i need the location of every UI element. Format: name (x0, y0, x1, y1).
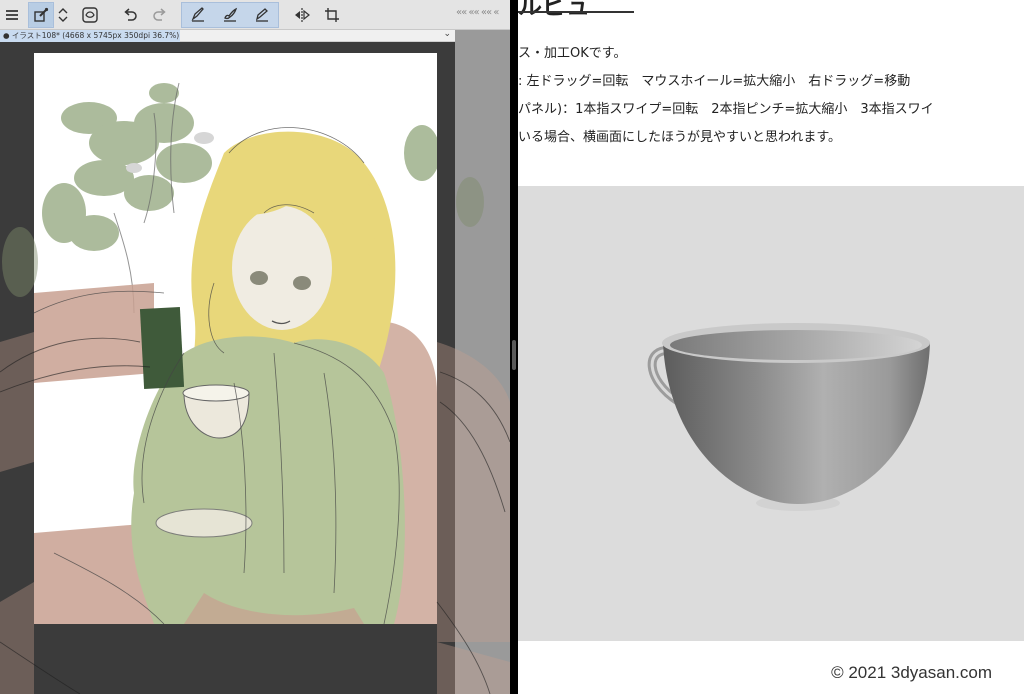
transform-button[interactable] (320, 3, 344, 27)
drawing-canvas[interactable] (34, 53, 437, 624)
instruction-line-4: いる場合、横画面にしたほうが見やすいと思われます。 (518, 130, 842, 145)
document-tab-bar: ● イラスト108* (4668 x 5745px 350dpi 36.7%) … (0, 29, 455, 42)
brush-icon (224, 7, 238, 22)
pencil-icon (255, 8, 268, 22)
tab-menu-chevron-icon[interactable]: ⌄ (443, 29, 451, 39)
3d-model-viewer[interactable] (518, 186, 1024, 641)
layer-icon (82, 7, 98, 23)
heading-underline (518, 11, 634, 13)
web-page-pane: ルビュ ス・加工OKです。 : 左ドラッグ=回転 マウスホイール=拡大縮小 右ド… (518, 0, 1024, 694)
pen-icon (191, 7, 204, 22)
split-view-divider[interactable] (510, 0, 518, 694)
copyright-text: © 2021 3dyasan.com (831, 663, 992, 682)
redo-icon (153, 8, 166, 21)
menu-button[interactable] (0, 3, 24, 27)
pen-tool-button[interactable] (186, 3, 210, 27)
flip-button[interactable] (290, 3, 314, 27)
pencil-tool-button[interactable] (250, 3, 274, 27)
flip-icon (295, 8, 310, 22)
panel-collapse-arrows[interactable]: «« «« «« « (456, 7, 499, 18)
brush-tool-button[interactable] (218, 3, 242, 27)
undo-icon (124, 8, 137, 21)
menu-icon (6, 10, 18, 20)
command-bar: «« «« «« « (0, 0, 510, 30)
updown-icon (58, 8, 68, 22)
instruction-line-2: : 左ドラッグ=回転 マウスホイール=拡大縮小 右ドラッグ=移動 (518, 74, 911, 89)
eyedropper-icon (34, 7, 49, 22)
instruction-line-3: パネル)：1本指スワイプ=回転 2本指ピンチ=拡大縮小 3本指スワイ (518, 102, 934, 117)
artwork-illustration (34, 82, 437, 624)
transform-icon (325, 8, 339, 22)
layer-button[interactable] (78, 3, 102, 27)
document-tab[interactable]: ● イラスト108* (4668 x 5745px 350dpi 36.7%) (0, 30, 180, 42)
side-panel-strip (455, 30, 510, 694)
split-view-handle[interactable] (512, 340, 516, 370)
eyedropper-button[interactable] (29, 3, 53, 27)
teacup-model (647, 323, 930, 511)
paint-app-pane: «« «« «« « ● イラスト108* (4668 x 5745px 350… (0, 0, 510, 694)
instruction-line-1: ス・加工OKです。 (518, 46, 627, 61)
redo-button[interactable] (148, 3, 172, 27)
stepper-button[interactable] (55, 3, 71, 27)
undo-button[interactable] (118, 3, 142, 27)
